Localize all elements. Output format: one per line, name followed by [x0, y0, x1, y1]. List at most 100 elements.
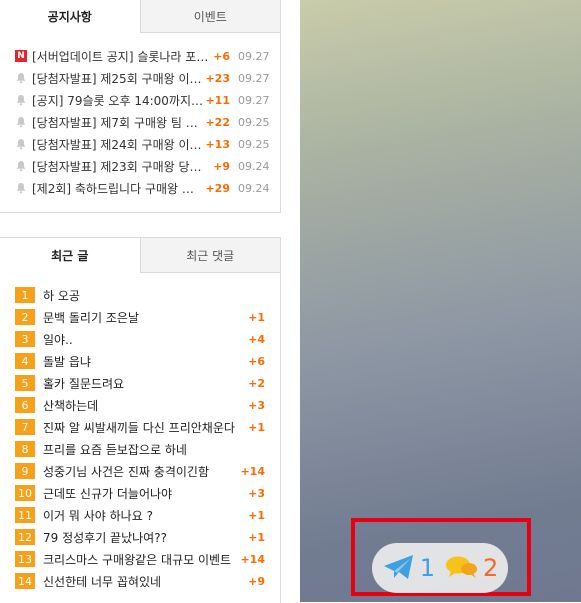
notice-item[interactable]: [당첨자발표] 제24회 구매왕 이벤트 +13 09.25 — [0, 133, 280, 155]
notice-title[interactable]: [제2회] 축하드립니다 구매왕 당첨 — [32, 180, 203, 197]
notice-date: 09.25 — [238, 137, 270, 151]
post-title[interactable]: 문백 돌리기 조은날 — [43, 309, 242, 326]
comment-count: +1 — [248, 530, 265, 544]
post-title[interactable]: 이거 뭐 사야 하나요 ? — [43, 507, 242, 524]
recent-post-item[interactable]: 5 홀카 질문드려요 +2 — [0, 372, 280, 394]
tab-recent-comments[interactable]: 최근 댓글 — [140, 238, 280, 273]
rank-badge: 7 — [15, 419, 35, 435]
recent-post-item[interactable]: 1 하 오공 — [0, 284, 280, 306]
notice-item[interactable]: [당첨자발표] 제25회 구매왕 이벤트 +23 09.27 — [0, 67, 280, 89]
rank-badge: 11 — [15, 507, 35, 523]
rank-badge: 5 — [15, 375, 35, 391]
recent-post-item[interactable]: 2 문백 돌리기 조은날 +1 — [0, 306, 280, 328]
post-title[interactable]: 진짜 알 씨발새끼들 다신 프리안채운다 — [43, 419, 242, 436]
notice-item[interactable]: [당첨자발표] 제23회 구매왕 당첨자 +9 09.24 — [0, 155, 280, 177]
rank-badge: 14 — [15, 573, 35, 589]
post-title[interactable]: 프리를 요즘 듣보잡으로 하네 — [43, 441, 265, 458]
rank-badge: 4 — [15, 353, 35, 369]
tab-recent-posts[interactable]: 최근 글 — [0, 238, 141, 273]
tab-event[interactable]: 이벤트 — [140, 0, 280, 33]
notice-title[interactable]: [서버업데이트 공지] 슬롯나라 포인트 — [32, 48, 211, 65]
background-gradient — [300, 0, 581, 602]
notice-item[interactable]: N [서버업데이트 공지] 슬롯나라 포인트 +6 09.27 — [0, 45, 280, 67]
recent-post-item[interactable]: 8 프리를 요즘 듣보잡으로 하네 — [0, 438, 280, 460]
comment-count: +1 — [248, 508, 265, 522]
comment-count: +29 — [205, 181, 230, 195]
post-title[interactable]: 하 오공 — [43, 287, 265, 304]
recent-post-item[interactable]: 3 일야.. +4 — [0, 328, 280, 350]
post-title[interactable]: 신선한테 너무 꼽혀있네 — [43, 573, 242, 590]
rank-badge: 3 — [15, 331, 35, 347]
recent-post-item[interactable]: 13 크리스마스 구매왕같은 대규모 이벤트 +14 — [0, 548, 280, 570]
rank-badge: 12 — [15, 529, 35, 545]
comment-count: +14 — [240, 552, 265, 566]
recent-post-item[interactable]: 7 진짜 알 씨발새끼들 다신 프리안채운다 +1 — [0, 416, 280, 438]
bell-icon — [15, 94, 27, 106]
rank-badge: 13 — [15, 551, 35, 567]
recent-panel: 최근 글 최근 댓글 1 하 오공 2 문백 돌리기 조은날 +1 3 일야.. +4 4 돌발 … — [0, 237, 281, 603]
bell-icon — [15, 160, 27, 172]
post-title[interactable]: 성중기님 사건은 진짜 충격이긴함 — [43, 463, 234, 480]
post-title[interactable]: 79 정성후기 끝났나여?? — [43, 529, 242, 546]
bell-icon — [15, 182, 27, 194]
comment-count: +2 — [248, 376, 265, 390]
telegram-icon — [382, 553, 416, 584]
notice-tabs: 공지사항 이벤트 — [0, 0, 280, 33]
telegram-button[interactable]: 1 — [382, 553, 435, 584]
comment-count: +6 — [248, 354, 265, 368]
rank-badge: 8 — [15, 441, 35, 457]
tab-notice[interactable]: 공지사항 — [0, 0, 141, 33]
recent-post-item[interactable]: 11 이거 뭐 사야 하나요 ? +1 — [0, 504, 280, 526]
chat-bubble-icon — [445, 554, 479, 583]
recent-list: 1 하 오공 2 문백 돌리기 조은날 +1 3 일야.. +4 4 돌발 읍냐 +6 5 홀카 질문드… — [0, 273, 280, 592]
notice-item[interactable]: [공지] 79슬롯 오후 14:00까지 점검 +11 09.27 — [0, 89, 280, 111]
post-title[interactable]: 홀카 질문드려요 — [43, 375, 242, 392]
notice-date: 09.24 — [238, 159, 270, 173]
comment-count: +22 — [205, 115, 230, 129]
chat-count: 2 — [483, 554, 499, 582]
bell-icon — [15, 116, 27, 128]
post-title[interactable]: 크리스마스 구매왕같은 대규모 이벤트 — [43, 551, 234, 568]
rank-badge: 6 — [15, 397, 35, 413]
messenger-widget: 1 2 — [372, 543, 508, 593]
post-title[interactable]: 일야.. — [43, 331, 242, 348]
post-title[interactable]: 돌발 읍냐 — [43, 353, 242, 370]
rank-badge: 1 — [15, 287, 35, 303]
comment-count: +11 — [205, 93, 230, 107]
notice-date: 09.24 — [238, 181, 270, 195]
notice-date: 09.25 — [238, 115, 270, 129]
recent-tabs: 최근 글 최근 댓글 — [0, 238, 280, 273]
comment-count: +4 — [248, 332, 265, 346]
notice-title[interactable]: [당첨자발표] 제25회 구매왕 이벤트 — [32, 70, 203, 87]
notice-title[interactable]: [공지] 79슬롯 오후 14:00까지 점검 — [32, 92, 203, 109]
notice-title[interactable]: [당첨자발표] 제23회 구매왕 당첨자 — [32, 158, 211, 175]
comment-count: +23 — [205, 71, 230, 85]
notice-date: 09.27 — [238, 93, 270, 107]
notice-title[interactable]: [당첨자발표] 제24회 구매왕 이벤트 — [32, 136, 203, 153]
notice-title[interactable]: [당첨자발표] 제7회 구매왕 팀 이벤트 — [32, 114, 203, 131]
recent-post-item[interactable]: 4 돌발 읍냐 +6 — [0, 350, 280, 372]
comment-count: +1 — [248, 310, 265, 324]
recent-post-item[interactable]: 6 산책하는데 +3 — [0, 394, 280, 416]
recent-post-item[interactable]: 14 신선한테 너무 꼽혀있네 +9 — [0, 570, 280, 592]
comment-count: +14 — [240, 464, 265, 478]
comment-count: +9 — [213, 159, 230, 173]
recent-post-item[interactable]: 9 성중기님 사건은 진짜 충격이긴함 +14 — [0, 460, 280, 482]
rank-badge: 9 — [15, 463, 35, 479]
new-icon: N — [15, 50, 27, 62]
comment-count: +6 — [213, 49, 230, 63]
notice-date: 09.27 — [238, 49, 270, 63]
rank-badge: 10 — [15, 485, 35, 501]
post-title[interactable]: 산책하는데 — [43, 397, 242, 414]
recent-post-item[interactable]: 12 79 정성후기 끝났나여?? +1 — [0, 526, 280, 548]
comment-count: +1 — [248, 420, 265, 434]
comment-count: +9 — [248, 574, 265, 588]
notice-item[interactable]: [당첨자발표] 제7회 구매왕 팀 이벤트 +22 09.25 — [0, 111, 280, 133]
notice-item[interactable]: [제2회] 축하드립니다 구매왕 당첨 +29 09.24 — [0, 177, 280, 199]
comment-count: +13 — [205, 137, 230, 151]
chat-button[interactable]: 2 — [445, 554, 498, 583]
bell-icon — [15, 138, 27, 150]
post-title[interactable]: 근데또 신규가 더늘어나야 — [43, 485, 242, 502]
recent-post-item[interactable]: 10 근데또 신규가 더늘어나야 +3 — [0, 482, 280, 504]
telegram-count: 1 — [419, 554, 435, 582]
